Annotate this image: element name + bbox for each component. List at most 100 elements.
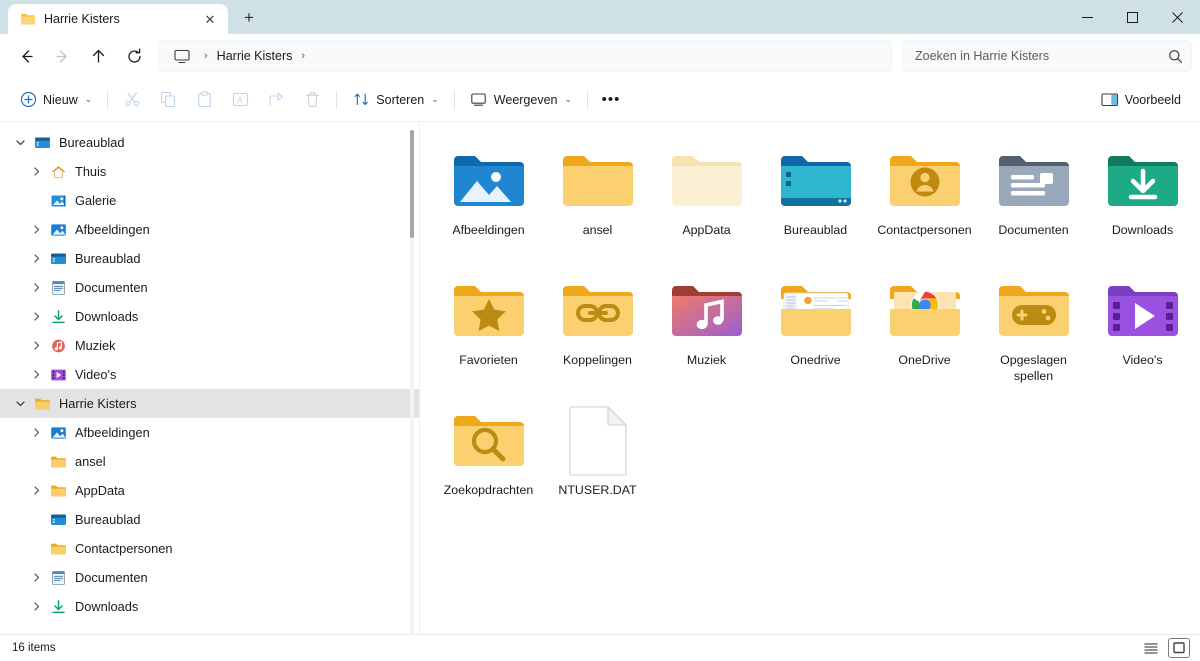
folder-icon [48,539,68,559]
pane-divider[interactable] [419,122,420,634]
chevron-right-icon[interactable] [24,276,48,300]
explorer-body: Bureaublad Thuis Galerie Afbeeldingen Bureau… [0,122,1200,634]
desktop-icon [48,510,68,530]
monitor-icon[interactable] [169,49,195,64]
file-item[interactable]: Muziek [652,266,761,396]
chevron-right-icon[interactable] [24,566,48,590]
file-item-label: ansel [582,223,613,237]
file-item-label: Onedrive [790,353,841,367]
breadcrumb-separator-trailing[interactable]: › [294,50,312,62]
chevron-right-icon[interactable] [24,363,48,387]
preview-pane-button[interactable]: Voorbeeld [1092,84,1190,116]
file-item[interactable]: Koppelingen [543,266,652,396]
sort-button[interactable]: Sorteren ⌄ [343,84,448,116]
breadcrumb[interactable]: › Harrie Kisters › [158,40,892,72]
maximize-button[interactable] [1110,0,1155,34]
file-item[interactable]: AppData [652,136,761,266]
sidebar-item-documenten[interactable]: Documenten [0,273,420,302]
sidebar-item-afbeeldingen[interactable]: Afbeeldingen [0,418,420,447]
sidebar-item-galerie[interactable]: Galerie [0,186,420,215]
chevron-right-icon[interactable] [24,334,48,358]
file-item[interactable]: Favorieten [434,266,543,396]
tab-harrie-kisters[interactable]: Harrie Kisters ✕ [8,4,228,34]
file-item[interactable]: Bureaublad [761,136,870,266]
details-view-button[interactable] [1140,638,1162,658]
view-toggle-group [1140,638,1190,658]
search-input[interactable]: Zoeken in Harrie Kisters [902,40,1192,72]
file-item[interactable]: Afbeeldingen [434,136,543,266]
sidebar-item-label: Downloads [75,599,139,614]
chevron-right-icon[interactable] [24,160,48,184]
sidebar-item-ansel[interactable]: ansel [0,447,420,476]
sidebar-scrollbar[interactable] [410,130,414,634]
sidebar-item-video-s[interactable]: Video's [0,360,420,389]
file-item[interactable]: Documenten [979,136,1088,266]
overflow-menu-button[interactable]: ••• [594,84,628,116]
sidebar-item-muziek[interactable]: Muziek [0,331,420,360]
rename-button[interactable]: A [222,84,258,116]
sidebar-item-downloads[interactable]: Downloads [0,592,420,621]
chevron-right-icon[interactable] [24,479,48,503]
file-item[interactable]: Contactpersonen [870,136,979,266]
icons-view-button[interactable] [1168,638,1190,658]
close-button[interactable] [1155,0,1200,34]
folder-hidden-icon [659,142,755,220]
chevron-down-icon[interactable] [8,392,32,416]
chevron-right-icon[interactable] [24,595,48,619]
back-button[interactable] [8,40,44,72]
file-item[interactable]: Zoekopdrachten [434,396,543,526]
command-bar: Nieuw ⌄ A Sorteren ⌄ Weergeven ⌄ ••• Voo… [0,78,1200,122]
new-button[interactable]: Nieuw ⌄ [10,84,101,116]
sidebar-item-bureaublad[interactable]: Bureaublad [0,128,420,157]
sidebar-item-harrie-kisters[interactable]: Harrie Kisters [0,389,420,418]
search-icon[interactable] [1168,49,1183,64]
sidebar-item-contactpersonen[interactable]: Contactpersonen [0,534,420,563]
forward-button[interactable] [44,40,80,72]
chevron-down-icon[interactable] [8,131,32,155]
file-item[interactable]: OneDrive [870,266,979,396]
sidebar-scrollbar-thumb[interactable] [410,130,414,238]
chevron-right-icon[interactable] [24,218,48,242]
sidebar-item-bureaublad[interactable]: Bureaublad [0,505,420,534]
share-button[interactable] [258,84,294,116]
file-item[interactable]: Downloads [1088,136,1197,266]
minimize-button[interactable] [1065,0,1110,34]
chevron-right-icon[interactable] [24,305,48,329]
refresh-button[interactable] [116,40,152,72]
downloads-folder-icon [1095,142,1191,220]
file-item[interactable]: NTUSER.DAT [543,396,652,526]
delete-button[interactable] [294,84,330,116]
paste-button[interactable] [186,84,222,116]
file-item[interactable]: Opgeslagen spellen [979,266,1088,396]
copy-button[interactable] [150,84,186,116]
contacts-folder-icon [877,142,973,220]
sidebar-item-bureaublad[interactable]: Bureaublad [0,244,420,273]
chevron-right-icon[interactable] [24,421,48,445]
sidebar-item-documenten[interactable]: Documenten [0,563,420,592]
sidebar-item-downloads[interactable]: Downloads [0,302,420,331]
view-button[interactable]: Weergeven ⌄ [461,84,581,116]
close-icon[interactable]: ✕ [198,7,222,31]
file-item-label: Documenten [998,223,1069,237]
file-item[interactable]: ansel [543,136,652,266]
rename-icon: A [231,91,249,109]
file-item-label: Muziek [686,353,727,367]
new-tab-button[interactable]: + [234,3,264,33]
up-button[interactable] [80,40,116,72]
cut-button[interactable] [114,84,150,116]
chevron-right-icon[interactable] [24,247,48,271]
sort-button-label: Sorteren [376,92,425,107]
sidebar-item-thuis[interactable]: Thuis [0,157,420,186]
sidebar-item-appdata[interactable]: AppData [0,476,420,505]
sidebar-item-afbeeldingen[interactable]: Afbeeldingen [0,215,420,244]
file-list-pane[interactable]: Afbeeldingen ansel AppData Bureaublad Co… [420,122,1200,634]
file-item[interactable]: Video's [1088,266,1197,396]
address-bar: › Harrie Kisters › Zoeken in Harrie Kist… [0,34,1200,78]
chevron-down-icon: ⌄ [564,94,573,104]
view-button-label: Weergeven [493,92,558,107]
new-button-label: Nieuw [43,92,78,107]
breadcrumb-path[interactable]: Harrie Kisters [217,49,293,63]
sidebar-item-label: Downloads [75,309,139,324]
file-item[interactable]: Onedrive [761,266,870,396]
